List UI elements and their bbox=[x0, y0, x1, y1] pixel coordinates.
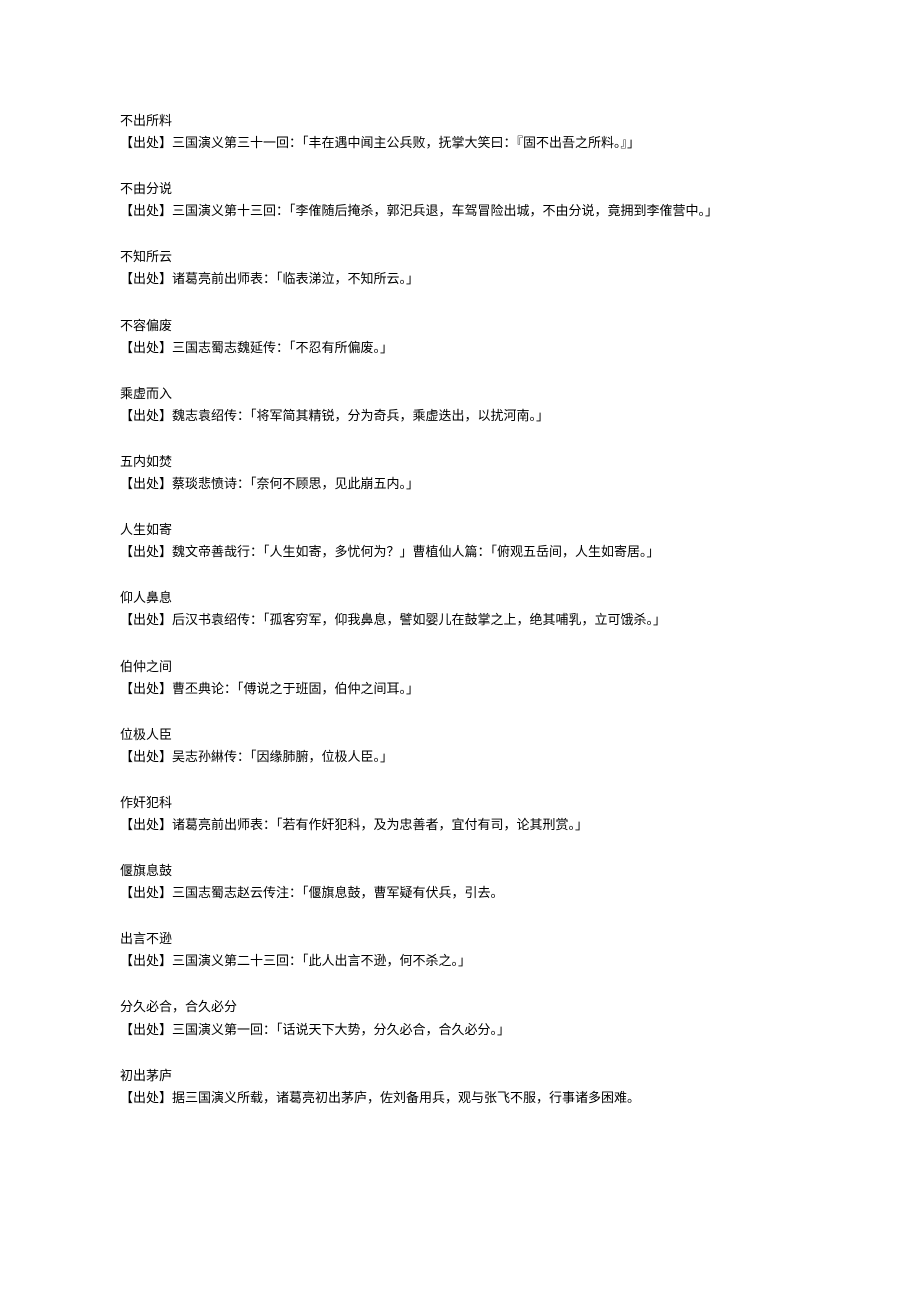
idiom-entry: 不由分说 【出处】三国演义第十三回：「李傕随后掩杀，郭汜兵退，车驾冒险出城，不由… bbox=[120, 178, 800, 222]
idiom-source: 【出处】诸葛亮前出师表：「临表涕泣，不知所云。」 bbox=[120, 268, 800, 290]
idiom-source: 【出处】魏文帝善哉行：「人生如寄，多忧何为？」曹植仙人篇：「俯观五岳间，人生如寄… bbox=[120, 541, 800, 563]
idiom-title: 不由分说 bbox=[120, 178, 800, 200]
idiom-title: 分久必合，合久必分 bbox=[120, 996, 800, 1018]
idiom-source: 【出处】诸葛亮前出师表：「若有作奸犯科，及为忠善者，宜付有司，论其刑赏。」 bbox=[120, 814, 800, 836]
idiom-title: 不知所云 bbox=[120, 246, 800, 268]
idiom-source: 【出处】三国演义第十三回：「李傕随后掩杀，郭汜兵退，车驾冒险出城，不由分说，竟拥… bbox=[120, 200, 800, 222]
idiom-entry: 分久必合，合久必分 【出处】三国演义第一回：「话说天下大势，分久必合，合久必分。… bbox=[120, 996, 800, 1040]
idiom-title: 位极人臣 bbox=[120, 724, 800, 746]
idiom-entry: 五内如焚 【出处】蔡琰悲愤诗：「奈何不顾思，见此崩五内。」 bbox=[120, 451, 800, 495]
idiom-entry: 位极人臣 【出处】吴志孙綝传：「因缘肺腑，位极人臣。」 bbox=[120, 724, 800, 768]
idiom-entry: 仰人鼻息 【出处】后汉书袁绍传：「孤客穷军，仰我鼻息，譬如婴儿在鼓掌之上，绝其哺… bbox=[120, 587, 800, 631]
idiom-source: 【出处】蔡琰悲愤诗：「奈何不顾思，见此崩五内。」 bbox=[120, 473, 800, 495]
idiom-source: 【出处】曹丕典论：「傅说之于班固，伯仲之间耳。」 bbox=[120, 678, 800, 700]
idiom-entry: 人生如寄 【出处】魏文帝善哉行：「人生如寄，多忧何为？」曹植仙人篇：「俯观五岳间… bbox=[120, 519, 800, 563]
idiom-title: 五内如焚 bbox=[120, 451, 800, 473]
idiom-entry: 不容偏废 【出处】三国志蜀志魏延传：「不忍有所偏废。」 bbox=[120, 315, 800, 359]
idiom-title: 初出茅庐 bbox=[120, 1065, 800, 1087]
idiom-title: 伯仲之间 bbox=[120, 656, 800, 678]
idiom-entry: 出言不逊 【出处】三国演义第二十三回：「此人出言不逊，何不杀之。」 bbox=[120, 928, 800, 972]
idiom-source: 【出处】后汉书袁绍传：「孤客穷军，仰我鼻息，譬如婴儿在鼓掌之上，绝其哺乳，立可饿… bbox=[120, 609, 800, 631]
idiom-source: 【出处】三国演义第三十一回：「丰在遇中闻主公兵败，抚掌大笑曰：『固不出吾之所料。… bbox=[120, 132, 800, 154]
idiom-source: 【出处】三国志蜀志赵云传注：「偃旗息鼓，曹军疑有伏兵，引去。 bbox=[120, 882, 800, 904]
idiom-entry: 伯仲之间 【出处】曹丕典论：「傅说之于班固，伯仲之间耳。」 bbox=[120, 656, 800, 700]
idiom-title: 仰人鼻息 bbox=[120, 587, 800, 609]
idiom-title: 不出所料 bbox=[120, 110, 800, 132]
idiom-title: 出言不逊 bbox=[120, 928, 800, 950]
idiom-source: 【出处】据三国演义所载，诸葛亮初出茅庐，佐刘备用兵，观与张飞不服，行事诸多困难。 bbox=[120, 1087, 800, 1109]
idiom-source: 【出处】三国演义第二十三回：「此人出言不逊，何不杀之。」 bbox=[120, 950, 800, 972]
idiom-entry: 不出所料 【出处】三国演义第三十一回：「丰在遇中闻主公兵败，抚掌大笑曰：『固不出… bbox=[120, 110, 800, 154]
idiom-title: 人生如寄 bbox=[120, 519, 800, 541]
idiom-title: 不容偏废 bbox=[120, 315, 800, 337]
idiom-title: 作奸犯科 bbox=[120, 792, 800, 814]
idiom-source: 【出处】三国志蜀志魏延传：「不忍有所偏废。」 bbox=[120, 337, 800, 359]
document-page: 不出所料 【出处】三国演义第三十一回：「丰在遇中闻主公兵败，抚掌大笑曰：『固不出… bbox=[0, 0, 920, 1302]
idiom-title: 乘虚而入 bbox=[120, 383, 800, 405]
idiom-entry: 不知所云 【出处】诸葛亮前出师表：「临表涕泣，不知所云。」 bbox=[120, 246, 800, 290]
idiom-entry: 乘虚而入 【出处】魏志袁绍传：「将军简其精锐，分为奇兵，乘虚迭出，以扰河南。」 bbox=[120, 383, 800, 427]
idiom-source: 【出处】魏志袁绍传：「将军简其精锐，分为奇兵，乘虚迭出，以扰河南。」 bbox=[120, 405, 800, 427]
idiom-entry: 初出茅庐 【出处】据三国演义所载，诸葛亮初出茅庐，佐刘备用兵，观与张飞不服，行事… bbox=[120, 1065, 800, 1109]
idiom-entry: 偃旗息鼓 【出处】三国志蜀志赵云传注：「偃旗息鼓，曹军疑有伏兵，引去。 bbox=[120, 860, 800, 904]
idiom-title: 偃旗息鼓 bbox=[120, 860, 800, 882]
idiom-source: 【出处】三国演义第一回：「话说天下大势，分久必合，合久必分。」 bbox=[120, 1019, 800, 1041]
idiom-entry: 作奸犯科 【出处】诸葛亮前出师表：「若有作奸犯科，及为忠善者，宜付有司，论其刑赏… bbox=[120, 792, 800, 836]
idiom-source: 【出处】吴志孙綝传：「因缘肺腑，位极人臣。」 bbox=[120, 746, 800, 768]
